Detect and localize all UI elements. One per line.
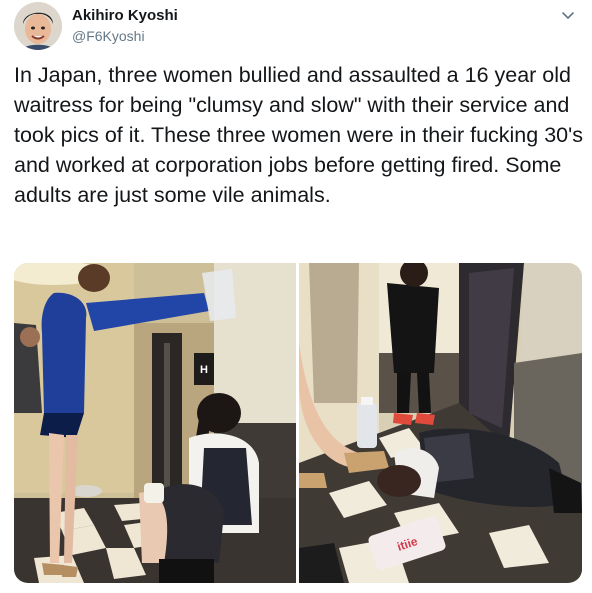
photo-2-image: itiie <box>299 263 582 583</box>
media-grid: H itiie <box>14 263 582 583</box>
media-photo-2[interactable]: itiie <box>299 263 582 583</box>
author-info: Akihiro Kyoshi @F6Kyoshi <box>72 7 178 45</box>
tweet-text: In Japan, three women bullied and assaul… <box>14 63 583 207</box>
author-handle[interactable]: @F6Kyoshi <box>72 27 178 45</box>
photo-1-image: H <box>14 263 296 583</box>
sign-text: H <box>200 364 208 376</box>
author-avatar[interactable] <box>14 2 62 50</box>
chevron-down-icon[interactable] <box>558 6 578 26</box>
tweet-card: Akihiro Kyoshi @F6Kyoshi In Japan, three… <box>0 0 592 593</box>
author-name[interactable]: Akihiro Kyoshi <box>72 7 178 25</box>
media-photo-1[interactable]: H <box>14 263 296 583</box>
